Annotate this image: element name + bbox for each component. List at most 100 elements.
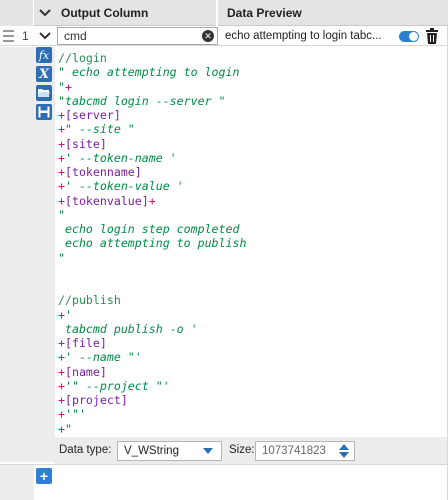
open-folder-icon[interactable] xyxy=(36,85,52,101)
enable-toggle[interactable] xyxy=(399,31,419,42)
code-token: [file] xyxy=(64,336,107,350)
add-row-button[interactable]: + xyxy=(36,468,52,484)
code-line: +' --token-name ' xyxy=(58,151,246,165)
code-token: + xyxy=(58,421,65,436)
code-line: +[tokenvalue]+ xyxy=(58,194,246,208)
code-token: echo login step completed xyxy=(58,222,240,236)
code-token: '" --project "' xyxy=(64,378,170,393)
functions-icon[interactable]: fx xyxy=(36,47,52,63)
dropdown-arrow-icon[interactable] xyxy=(203,448,213,454)
code-token: + xyxy=(58,307,65,322)
code-token: " xyxy=(58,207,65,222)
footer-gutter xyxy=(0,465,34,500)
grid-header: Output Column Data Preview xyxy=(0,0,448,26)
code-token: + xyxy=(58,364,65,379)
code-token: + xyxy=(148,193,156,208)
code-token: + xyxy=(58,393,65,407)
column-settings-bar: Data type: V_WString Size: 1073741823 xyxy=(55,437,448,464)
code-token: " echo attempting to login xyxy=(58,65,240,80)
expression-editor[interactable]: //login " echo attempting to login "+ "tabc… xyxy=(55,47,448,450)
code-token: + xyxy=(58,165,65,179)
code-token: + xyxy=(58,150,65,165)
drag-handle-icon[interactable] xyxy=(3,30,14,42)
code-line: +'"' xyxy=(58,407,246,421)
data-type-select[interactable]: V_WString xyxy=(117,441,222,461)
code-line: " echo attempting to login xyxy=(58,65,246,79)
header-data-preview[interactable]: Data Preview xyxy=(222,0,448,26)
code-token: + xyxy=(58,407,65,422)
code-token: //publish xyxy=(58,293,121,308)
save-icon[interactable] xyxy=(36,104,52,120)
code-line: +' --token-value ' xyxy=(58,179,246,193)
row-number: 1 xyxy=(22,29,29,43)
code-line: +" xyxy=(58,422,246,436)
code-token: '"' xyxy=(64,407,86,422)
expression-code[interactable]: //login " echo attempting to login "+ "tabc… xyxy=(58,51,246,450)
data-preview-cell: echo attempting to login tabc... xyxy=(225,30,382,42)
code-line: +[site] xyxy=(58,137,246,151)
code-token: ' xyxy=(64,307,72,322)
collapse-all-chevron-icon[interactable] xyxy=(35,0,55,26)
code-line: +'" --project "' xyxy=(58,379,246,393)
size-label: Size: xyxy=(229,444,255,456)
code-token: " xyxy=(58,250,65,265)
code-line: //login xyxy=(58,51,246,65)
variables-icon[interactable]: X xyxy=(36,66,52,82)
code-token: + xyxy=(58,378,65,393)
code-token: + xyxy=(58,350,65,365)
code-token: [server] xyxy=(64,108,121,122)
code-token: //login xyxy=(58,51,107,65)
code-token: [site] xyxy=(64,136,107,151)
code-token: ' --token-name ' xyxy=(64,150,177,165)
clear-icon[interactable]: ✕ xyxy=(202,30,214,42)
header-output-column[interactable]: Output Column xyxy=(57,0,218,26)
code-line: +" --site " xyxy=(58,122,246,136)
code-token: + xyxy=(58,136,65,151)
size-stepper[interactable]: 1073741823 xyxy=(255,441,355,461)
code-token: "tabcmd login --server " xyxy=(58,93,226,108)
code-line: tabcmd publish -o ' xyxy=(58,322,246,336)
code-line: " xyxy=(58,251,246,265)
output-column-input[interactable]: cmd ✕ xyxy=(57,27,218,45)
output-column-value: cmd xyxy=(64,29,87,43)
code-token: " xyxy=(58,79,65,94)
code-token: + xyxy=(58,336,65,350)
code-line: "tabcmd login --server " xyxy=(58,94,246,108)
table-row[interactable]: 1 cmd ✕ echo attempting to login tabc... xyxy=(0,26,448,46)
code-token: " --site " xyxy=(64,122,135,137)
code-token: [name] xyxy=(64,364,107,379)
data-type-value: V_WString xyxy=(124,445,179,457)
code-line: +' --name "' xyxy=(58,350,246,364)
code-token: tabcmd publish -o ' xyxy=(58,321,198,336)
code-token: + xyxy=(58,108,65,122)
code-token: + xyxy=(64,79,72,94)
code-token: [tokenvalue] xyxy=(64,193,149,208)
code-token: " xyxy=(64,421,72,436)
delete-icon[interactable] xyxy=(425,28,439,44)
code-token: + xyxy=(58,122,65,137)
data-type-label: Data type: xyxy=(59,444,112,456)
code-token: [project] xyxy=(64,393,128,407)
code-token: ' --name "' xyxy=(64,350,142,365)
code-line: "+ xyxy=(58,80,246,94)
code-line: //publish xyxy=(58,293,246,307)
header-gutter xyxy=(0,0,34,26)
code-line: +[server] xyxy=(58,108,246,122)
code-token: echo attempting to publish xyxy=(58,236,247,251)
expression-toolbar: fx X xyxy=(36,47,54,123)
expand-row-chevron-icon[interactable] xyxy=(35,26,55,46)
row-gutter xyxy=(0,47,34,462)
code-token: + xyxy=(58,193,65,208)
code-line: +[project] xyxy=(58,393,246,407)
code-line: +[file] xyxy=(58,336,246,350)
code-line: +[name] xyxy=(58,365,246,379)
code-line: +[tokenname] xyxy=(58,165,246,179)
code-token: + xyxy=(58,179,65,194)
code-line: +' xyxy=(58,308,246,322)
size-value: 1073741823 xyxy=(262,445,326,457)
spinner-icon[interactable] xyxy=(337,443,351,459)
code-token: [tokenname] xyxy=(64,165,142,179)
code-line: " xyxy=(58,208,246,222)
